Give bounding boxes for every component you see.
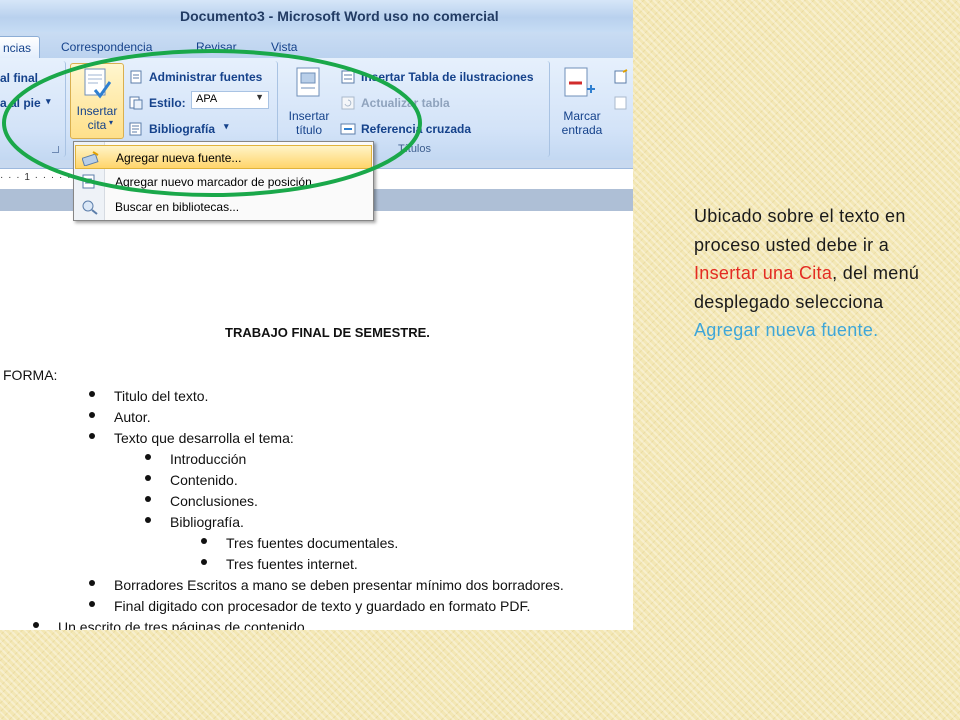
- note-highlight-insert-citation: Insertar una Cita: [694, 263, 833, 283]
- note-highlight-add-source: Agregar nueva fuente.: [694, 320, 879, 340]
- note-text: Ubicado sobre el texto en proceso usted …: [694, 206, 906, 255]
- annotation-ellipse: [2, 49, 422, 197]
- instruction-note: Ubicado sobre el texto en proceso usted …: [694, 202, 934, 345]
- word-screenshot: Documento3 - Microsoft Word uso no comer…: [0, 0, 633, 630]
